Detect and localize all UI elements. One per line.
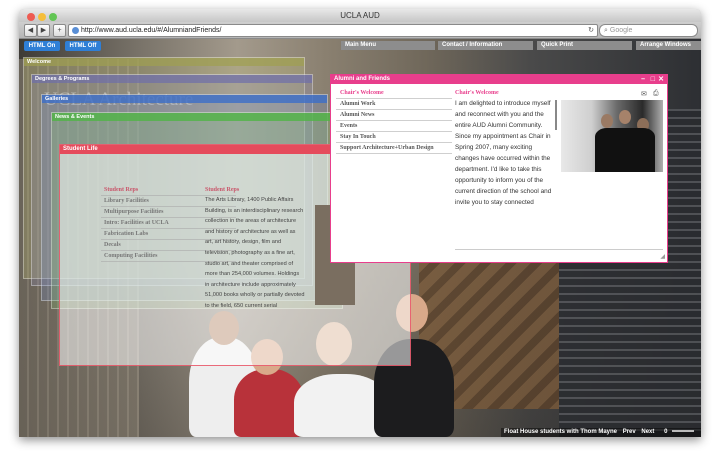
alumni-window-title: Alumni and Friends bbox=[334, 76, 391, 82]
minimize-icon[interactable]: – bbox=[641, 75, 645, 84]
slider-min-label: 0 bbox=[664, 429, 668, 435]
degrees-window-title: Degrees & Programs bbox=[32, 75, 312, 83]
alumni-photo bbox=[561, 100, 663, 172]
alumni-divider bbox=[455, 249, 663, 250]
minimize-window-icon[interactable] bbox=[38, 13, 46, 21]
browser-window: UCLA AUD ◀ ▶ + http://www.aud.ucla.edu/#… bbox=[19, 9, 701, 437]
back-icon[interactable]: ◀ bbox=[24, 24, 37, 37]
alumni-menu-item[interactable]: Chair's Welcome bbox=[336, 88, 452, 99]
site-content: UCLA Architecture Welcome Degrees & Prog… bbox=[19, 39, 701, 437]
alumni-text: I am delighted to introduce myself and r… bbox=[455, 100, 552, 206]
globe-icon bbox=[72, 26, 79, 34]
alumni-scrollbar[interactable] bbox=[555, 100, 557, 130]
next-button[interactable]: Next bbox=[641, 429, 654, 435]
alumni-menu-item[interactable]: Support Architecture+Urban Design bbox=[336, 143, 452, 154]
alumni-window-titlebar: Alumni and Friends – □ ✕ bbox=[331, 75, 667, 84]
search-field[interactable]: ⌕ Google bbox=[599, 24, 698, 37]
add-bookmark-icon[interactable]: + bbox=[53, 24, 66, 37]
alumni-menu-item[interactable]: Alumni News bbox=[336, 110, 452, 121]
student-life-text: The Arts Library, 1400 Public Affairs Bu… bbox=[205, 197, 305, 309]
print-icon[interactable]: ⎙ bbox=[653, 90, 659, 98]
search-icon: ⌕ bbox=[604, 27, 608, 34]
main-menu-button[interactable]: Main Menu bbox=[341, 41, 435, 50]
html-on-button[interactable]: HTML On bbox=[24, 41, 60, 51]
arrange-windows-button[interactable]: Arrange Windows bbox=[636, 41, 701, 50]
forward-icon[interactable]: ▶ bbox=[37, 24, 50, 37]
alumni-heading: Chair's Welcome bbox=[455, 90, 499, 96]
window-titlebar: UCLA AUD bbox=[19, 9, 701, 22]
student-life-body: Student Reps The Arts Library, 1400 Publ… bbox=[205, 185, 305, 312]
caption-text: Float House students with Thom Mayne bbox=[504, 429, 618, 435]
quick-print-button[interactable]: Quick Print bbox=[537, 41, 632, 50]
address-text: http://www.aud.ucla.edu/#/AlumniandFrien… bbox=[81, 27, 222, 34]
html-off-button[interactable]: HTML Off bbox=[65, 41, 101, 51]
photo-caption-bar: Float House students with Thom Mayne Pre… bbox=[501, 428, 701, 437]
alumni-body: Chair's Welcome I am delighted to introd… bbox=[455, 88, 555, 208]
window-title: UCLA AUD bbox=[340, 11, 380, 20]
address-bar[interactable]: http://www.aud.ucla.edu/#/AlumniandFrien… bbox=[68, 24, 598, 37]
prev-button[interactable]: Prev bbox=[623, 429, 636, 435]
zoom-window-icon[interactable] bbox=[49, 13, 57, 21]
alumni-friends-window[interactable]: Alumni and Friends – □ ✕ Chair's Welcome… bbox=[330, 74, 668, 263]
search-placeholder: Google bbox=[609, 27, 633, 34]
photo-slider[interactable] bbox=[672, 430, 695, 433]
resize-handle-icon[interactable]: ◢ bbox=[660, 253, 665, 260]
email-icon[interactable]: ✉ bbox=[641, 90, 647, 98]
alumni-menu: Chair's Welcome Alumni Work Alumni News … bbox=[336, 88, 452, 154]
reload-icon[interactable]: ↻ bbox=[588, 25, 594, 36]
close-window-icon[interactable] bbox=[27, 13, 35, 21]
news-events-window-title: News & Events bbox=[52, 113, 342, 121]
student-life-heading: Student Reps bbox=[205, 187, 240, 193]
alumni-menu-item[interactable]: Stay In Touch bbox=[336, 132, 452, 143]
browser-toolbar: ◀ ▶ + http://www.aud.ucla.edu/#/Alumnian… bbox=[19, 22, 701, 39]
close-icon[interactable]: ✕ bbox=[658, 75, 664, 84]
galleries-window-title: Galleries bbox=[42, 95, 327, 103]
maximize-icon[interactable]: □ bbox=[651, 75, 655, 84]
alumni-menu-item[interactable]: Events bbox=[336, 121, 452, 132]
welcome-window-title: Welcome bbox=[24, 58, 304, 66]
contact-button[interactable]: Contact / Information bbox=[438, 41, 533, 50]
alumni-menu-item[interactable]: Alumni Work bbox=[336, 99, 452, 110]
